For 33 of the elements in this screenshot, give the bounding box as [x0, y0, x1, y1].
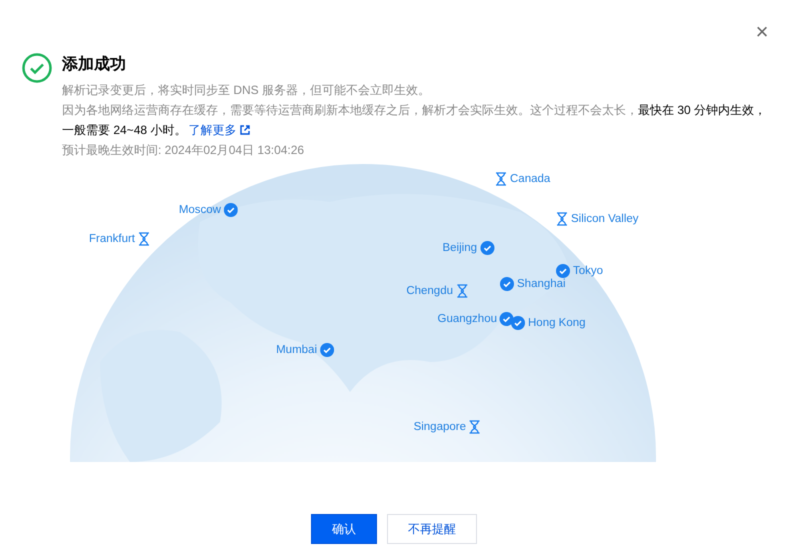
hourglass-icon — [469, 420, 481, 434]
city-label: Moscow — [178, 204, 221, 216]
dismiss-button[interactable]: 不再提醒 — [387, 514, 477, 544]
city-label: Tokyo — [573, 265, 604, 277]
city-label: Silicon Valley — [571, 213, 639, 225]
check-icon — [320, 343, 334, 357]
city-label: Beijing — [442, 242, 477, 254]
success-check-icon — [22, 53, 52, 83]
dialog-title: 添加成功 — [62, 54, 127, 75]
learn-more-link[interactable]: 了解更多 — [188, 120, 250, 140]
hourglass-icon — [495, 172, 507, 186]
external-link-icon — [240, 125, 250, 135]
city-label: Hong Kong — [528, 317, 586, 329]
city-label: Chengdu — [406, 285, 453, 297]
city-label: Mumbai — [276, 344, 317, 356]
hourglass-icon — [138, 232, 150, 246]
notice-text: 因为各地网络运营商存在缓存，需要等待运营商刷新本地缓存之后，解析才会实际生效。这个过程不会太长，最快在 30 分钟内生效，一般需要 24~48 小时。 了解更多 — [62, 100, 768, 140]
check-icon — [224, 203, 238, 217]
hourglass-icon — [556, 212, 568, 226]
check-icon — [480, 241, 494, 255]
eta-text: 预计最晚生效时间: 2024年02月04日 13:04:26 — [62, 142, 306, 159]
confirm-button[interactable]: 确认 — [311, 514, 377, 544]
city-label: Singapore — [414, 421, 466, 433]
check-icon — [511, 316, 525, 330]
info-text: 解析记录变更后，将实时同步至 DNS 服务器，但可能不会立即生效。 — [62, 82, 432, 99]
city-label: Guangzhou — [438, 313, 497, 325]
city-label: Frankfurt — [88, 233, 135, 245]
check-icon — [556, 264, 570, 278]
close-button[interactable]: × — [750, 20, 774, 44]
city-label: Canada — [510, 173, 550, 185]
city-label: Shanghai — [517, 278, 566, 290]
check-icon — [500, 277, 514, 291]
hourglass-icon — [456, 284, 468, 298]
